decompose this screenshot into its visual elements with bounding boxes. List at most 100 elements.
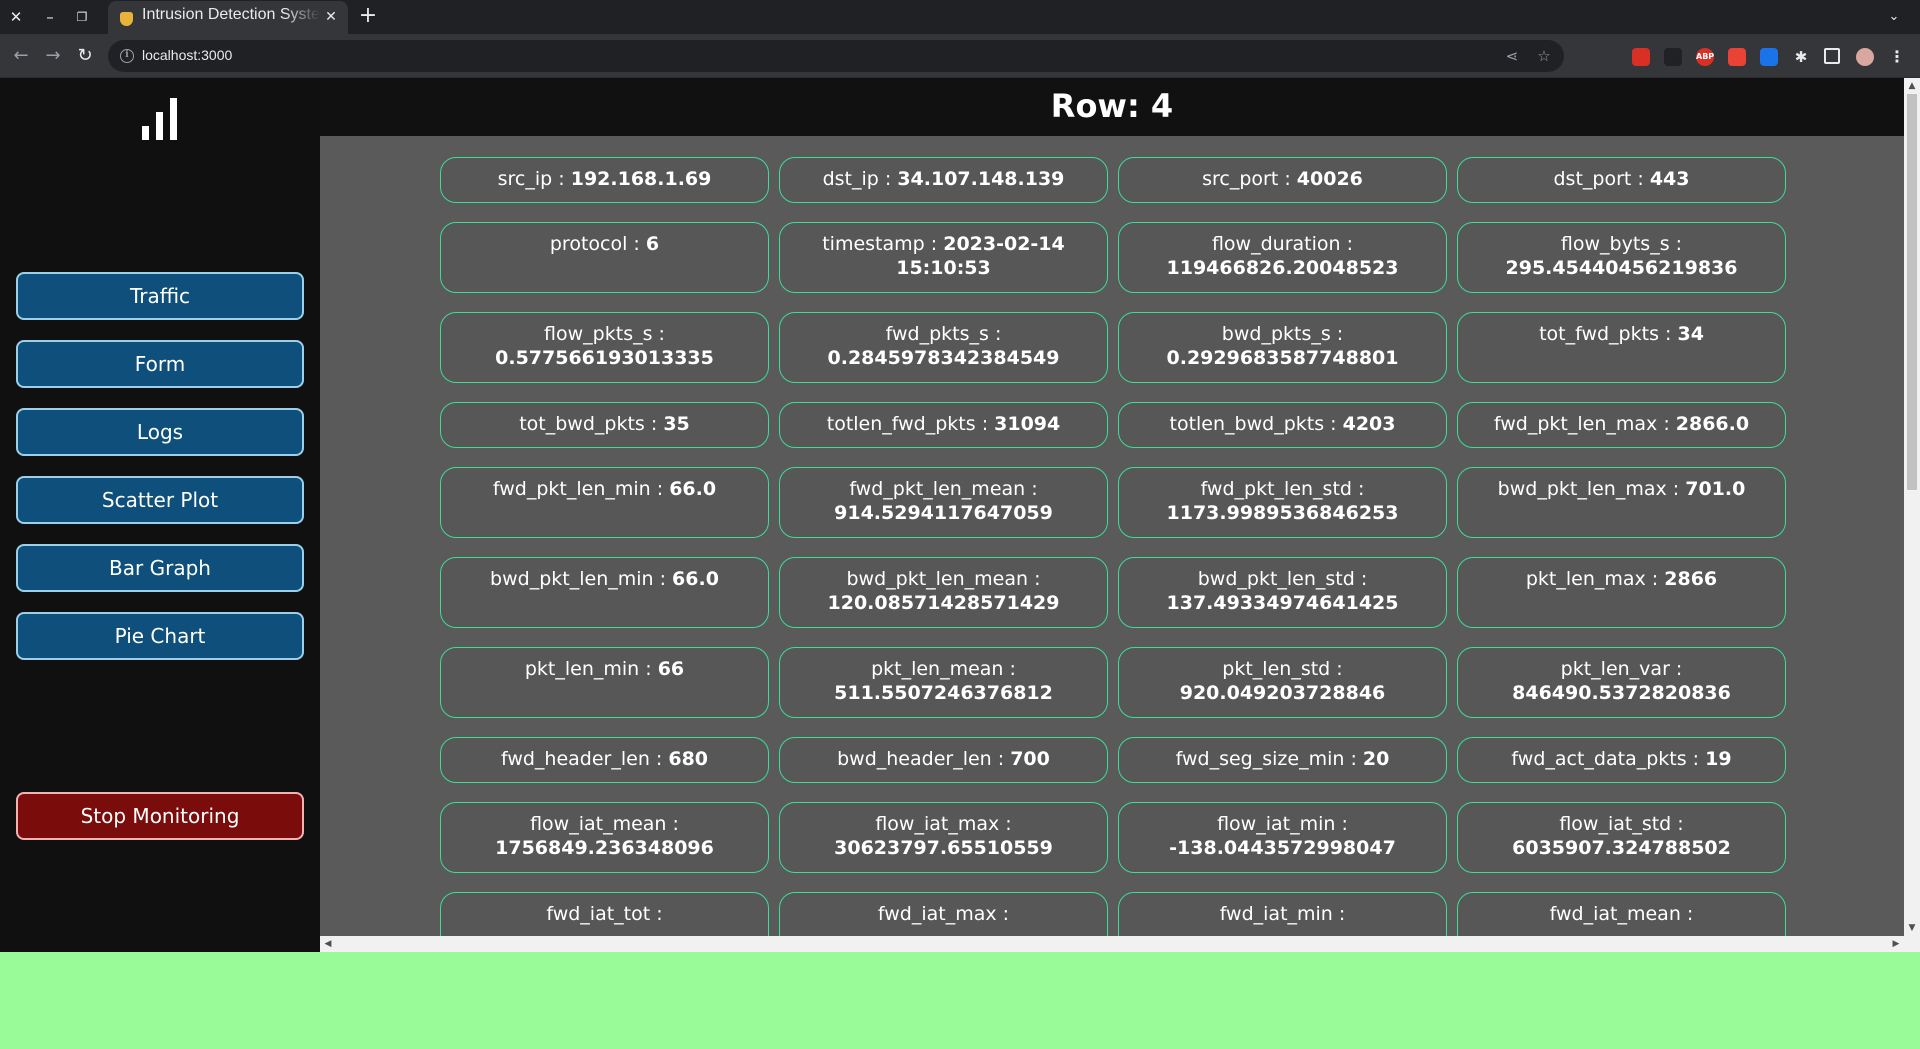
close-window-icon[interactable]: ✕ (4, 5, 28, 29)
field-key: totlen_bwd_pkts (1169, 413, 1325, 435)
field-value: 295.45440456219836 (1505, 257, 1738, 279)
vertical-scrollbar[interactable]: ▲ ▼ (1904, 78, 1920, 936)
scroll-left-icon[interactable]: ◀ (320, 936, 336, 952)
field-key: flow_iat_max (875, 813, 1000, 835)
site-info-icon[interactable]: i (120, 49, 134, 63)
ghost-ext-icon[interactable] (1664, 48, 1682, 66)
field-separator: : (650, 478, 670, 500)
field-card-protocol: protocol : 6 (440, 222, 769, 293)
field-separator: : (996, 903, 1010, 925)
bar-graph-button[interactable]: Bar Graph (16, 544, 304, 592)
new-tab-icon[interactable]: + (356, 5, 380, 29)
field-card-flow-iat-max: flow_iat_max : 30623797.65510559 (779, 802, 1108, 873)
field-separator: : (1003, 658, 1016, 680)
field-key: totlen_fwd_pkts (826, 413, 976, 435)
field-card-flow-byts-s: flow_byts_s : 295.45440456219836 (1457, 222, 1786, 293)
field-value: 920.049203728846 (1179, 682, 1386, 704)
field-key: src_ip (497, 168, 553, 190)
traffic-button[interactable]: Traffic (16, 272, 304, 320)
field-value: 66 (657, 658, 685, 680)
field-value: 1756849.236348096 (495, 837, 714, 859)
field-key: src_port (1202, 168, 1279, 190)
field-key: flow_byts_s (1560, 233, 1670, 255)
profile-avatar[interactable] (1856, 48, 1874, 66)
tab-title: Intrusion Detection System (142, 6, 320, 23)
field-value: 34 (1677, 323, 1704, 345)
scroll-down-icon[interactable]: ▼ (1904, 920, 1920, 936)
bar-chart-logo-icon[interactable] (140, 98, 184, 140)
sidebar: Traffic Form Logs Scatter Plot Bar Graph… (0, 78, 320, 952)
translate-ext-icon[interactable] (1760, 48, 1778, 66)
scatter-plot-button[interactable]: Scatter Plot (16, 476, 304, 524)
field-separator: : (1354, 568, 1368, 590)
field-value: 511.5507246376812 (834, 682, 1053, 704)
field-value: 6 (645, 233, 660, 255)
field-card-fwd-seg-size-min: fwd_seg_size_min : 20 (1118, 737, 1447, 783)
field-value: 19 (1705, 748, 1732, 770)
field-key: fwd_seg_size_min (1175, 748, 1345, 770)
side-panel-icon[interactable] (1824, 48, 1840, 64)
field-card-flow-iat-std: flow_iat_std : 6035907.324788502 (1457, 802, 1786, 873)
reload-icon[interactable]: ↻ (72, 43, 98, 69)
main-header: Row: 4 (320, 78, 1904, 136)
gallery-ext-icon[interactable] (1632, 48, 1650, 66)
logs-button[interactable]: Logs (16, 408, 304, 456)
field-key: timestamp (822, 233, 925, 255)
field-value: 137.49334974641425 (1166, 592, 1399, 614)
field-key: pkt_len_min (524, 658, 640, 680)
field-separator: : (652, 323, 665, 345)
field-card-timestamp: timestamp : 2023-02-14 15:10:53 (779, 222, 1108, 293)
field-card-fwd-iat-min: fwd_iat_min : (1118, 892, 1447, 936)
field-value: 700 (1010, 748, 1050, 770)
bookmark-star-icon[interactable]: ☆ (1534, 46, 1554, 66)
minimize-window-icon[interactable]: – (38, 5, 62, 29)
browser-tab[interactable]: Intrusion Detection System ✕ (108, 1, 348, 34)
field-separator: : (1028, 568, 1041, 590)
field-separator: : (1324, 413, 1343, 435)
puzzle-extensions-icon[interactable]: ✱ (1792, 48, 1810, 66)
field-key: flow_duration (1211, 233, 1341, 255)
scroll-right-icon[interactable]: ▶ (1888, 936, 1904, 952)
tab-search-chevron-icon[interactable]: ⌄ (1882, 5, 1906, 29)
field-key: pkt_len_mean (871, 658, 1004, 680)
field-card-pkt-len-var: pkt_len_var : 846490.5372820836 (1457, 647, 1786, 718)
field-key: flow_iat_mean (530, 813, 667, 835)
field-separator: : (1330, 658, 1343, 680)
abp-ext-icon[interactable]: ABP (1696, 48, 1714, 66)
field-value: 846490.5372820836 (1512, 682, 1731, 704)
stop-monitoring-button[interactable]: Stop Monitoring (16, 792, 304, 840)
field-value: 1173.9989536846253 (1166, 502, 1399, 524)
field-key: fwd_iat_min (1219, 903, 1333, 925)
scroll-up-icon[interactable]: ▲ (1904, 78, 1920, 94)
field-value: 701.0 (1685, 478, 1746, 500)
tab-close-icon[interactable]: ✕ (322, 8, 340, 26)
address-bar[interactable]: i localhost:3000 ⋖ ☆ (108, 40, 1564, 72)
forward-icon[interactable]: → (40, 43, 66, 69)
pie-chart-button[interactable]: Pie Chart (16, 612, 304, 660)
field-key: fwd_act_data_pkts (1511, 748, 1687, 770)
share-icon[interactable]: ⋖ (1502, 46, 1522, 66)
browser-menu-icon[interactable]: ⋮ (1888, 48, 1906, 66)
field-separator: : (1671, 813, 1684, 835)
vertical-scroll-thumb[interactable] (1907, 94, 1917, 490)
field-value: 31094 (994, 413, 1061, 435)
field-key: pkt_len_max (1525, 568, 1646, 590)
field-card-src-ip: src_ip : 192.168.1.69 (440, 157, 769, 203)
field-card-flow-iat-min: flow_iat_min : -138.0443572998047 (1118, 802, 1447, 873)
shield-favicon-icon (120, 12, 133, 26)
field-separator: : (650, 903, 663, 925)
restore-window-icon[interactable]: ❐ (70, 5, 94, 29)
field-value: 120.08571428571429 (827, 592, 1060, 614)
field-separator: : (1332, 903, 1346, 925)
field-key: fwd_pkt_len_min (492, 478, 651, 500)
form-button[interactable]: Form (16, 340, 304, 388)
field-separator: : (999, 813, 1012, 835)
back-icon[interactable]: ← (8, 43, 34, 69)
field-separator: : (653, 568, 673, 590)
url-text[interactable]: localhost:3000 (142, 47, 232, 63)
shield-ext-icon[interactable] (1728, 48, 1746, 66)
horizontal-scrollbar[interactable]: ◀ ▶ (320, 936, 1920, 952)
field-card-fwd-pkt-len-std: fwd_pkt_len_std : 1173.9989536846253 (1118, 467, 1447, 538)
field-separator: : (1351, 478, 1365, 500)
field-separator: : (644, 413, 664, 435)
